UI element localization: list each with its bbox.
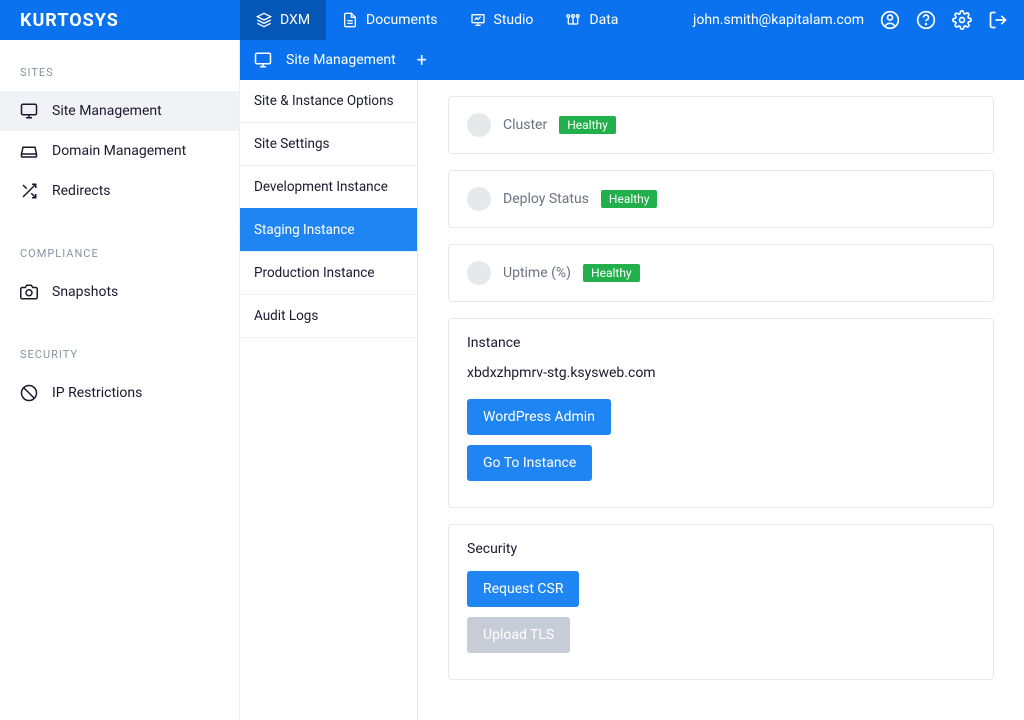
instance-heading: Instance [467, 335, 975, 351]
section-heading-compliance: COMPLIANCE [0, 239, 239, 272]
nav-label: Studio [494, 12, 534, 28]
subnav-site-instance-options[interactable]: Site & Instance Options [240, 79, 417, 123]
request-csr-button[interactable]: Request CSR [467, 571, 579, 607]
top-bar: KURTOSYS DXM Documents Studio Data [0, 0, 1024, 40]
primary-sidebar: SITES Site Management Domain Management … [0, 40, 240, 720]
status-badge: Healthy [559, 116, 616, 134]
sidebar-item-domain-management[interactable]: Domain Management [0, 131, 239, 171]
sub-bar: Site Management + [240, 40, 1024, 80]
drive-icon [20, 142, 38, 160]
status-label: Uptime (%) [503, 265, 571, 281]
sidebar-item-snapshots[interactable]: Snapshots [0, 272, 239, 312]
instance-url: xbdxzhpmrv-stg.ksysweb.com [467, 365, 975, 381]
top-right: john.smith@kapitalam.com [693, 10, 1024, 30]
monitor-icon [254, 51, 272, 69]
sidebar-item-label: Domain Management [52, 143, 186, 159]
main-content: Cluster Healthy Deploy Status Healthy Up… [418, 40, 1024, 720]
section-heading-sites: SITES [0, 58, 239, 91]
sidebar-item-site-management[interactable]: Site Management [0, 91, 239, 131]
status-indicator [467, 261, 491, 285]
sub-bar-title: Site Management [286, 52, 396, 68]
go-to-instance-button[interactable]: Go To Instance [467, 445, 592, 481]
wordpress-admin-button[interactable]: WordPress Admin [467, 399, 611, 435]
nav-label: Documents [366, 12, 437, 28]
help-icon[interactable] [916, 10, 936, 30]
nav-label: Data [589, 12, 618, 28]
user-email: john.smith@kapitalam.com [693, 12, 864, 28]
sidebar-item-label: IP Restrictions [52, 385, 142, 401]
document-icon [342, 12, 358, 28]
status-card-deploy: Deploy Status Healthy [448, 170, 994, 228]
nav-label: DXM [280, 12, 310, 28]
status-card-cluster: Cluster Healthy [448, 96, 994, 154]
camera-icon [20, 283, 38, 301]
nav-dxm[interactable]: DXM [240, 0, 326, 40]
brand-logo: KURTOSYS [0, 0, 240, 40]
status-indicator [467, 187, 491, 211]
security-heading: Security [467, 541, 975, 557]
security-card: Security Request CSR Upload TLS [448, 524, 994, 680]
nav-data[interactable]: Data [549, 0, 634, 40]
sidebar-item-redirects[interactable]: Redirects [0, 171, 239, 211]
shuffle-icon [20, 182, 38, 200]
status-label: Deploy Status [503, 191, 589, 207]
sidebar-item-label: Snapshots [52, 284, 118, 300]
status-label: Cluster [503, 117, 547, 133]
status-badge: Healthy [583, 264, 640, 282]
settings-icon[interactable] [952, 10, 972, 30]
subnav-staging-instance[interactable]: Staging Instance [240, 208, 417, 252]
instance-card: Instance xbdxzhpmrv-stg.ksysweb.com Word… [448, 318, 994, 508]
subnav-site-settings[interactable]: Site Settings [240, 122, 417, 166]
sidebar-item-ip-restrictions[interactable]: IP Restrictions [0, 373, 239, 413]
subnav-production-instance[interactable]: Production Instance [240, 251, 417, 295]
block-icon [20, 384, 38, 402]
logout-icon[interactable] [988, 10, 1008, 30]
layers-icon [256, 12, 272, 28]
user-icon[interactable] [880, 10, 900, 30]
status-badge: Healthy [601, 190, 658, 208]
status-indicator [467, 113, 491, 137]
presentation-icon [470, 12, 486, 28]
subnav-development-instance[interactable]: Development Instance [240, 165, 417, 209]
top-nav: DXM Documents Studio Data [240, 0, 634, 40]
subnav-audit-logs[interactable]: Audit Logs [240, 294, 417, 338]
upload-tls-button[interactable]: Upload TLS [467, 617, 570, 653]
section-heading-security: SECURITY [0, 340, 239, 373]
secondary-sidebar: Site & Instance Options Site Settings De… [240, 40, 418, 720]
nav-studio[interactable]: Studio [454, 0, 550, 40]
sidebar-item-label: Redirects [52, 183, 111, 199]
nav-documents[interactable]: Documents [326, 0, 453, 40]
monitor-icon [20, 102, 38, 120]
status-card-uptime: Uptime (%) Healthy [448, 244, 994, 302]
add-tab-button[interactable]: + [410, 48, 434, 72]
sidebar-item-label: Site Management [52, 103, 162, 119]
data-icon [565, 12, 581, 28]
